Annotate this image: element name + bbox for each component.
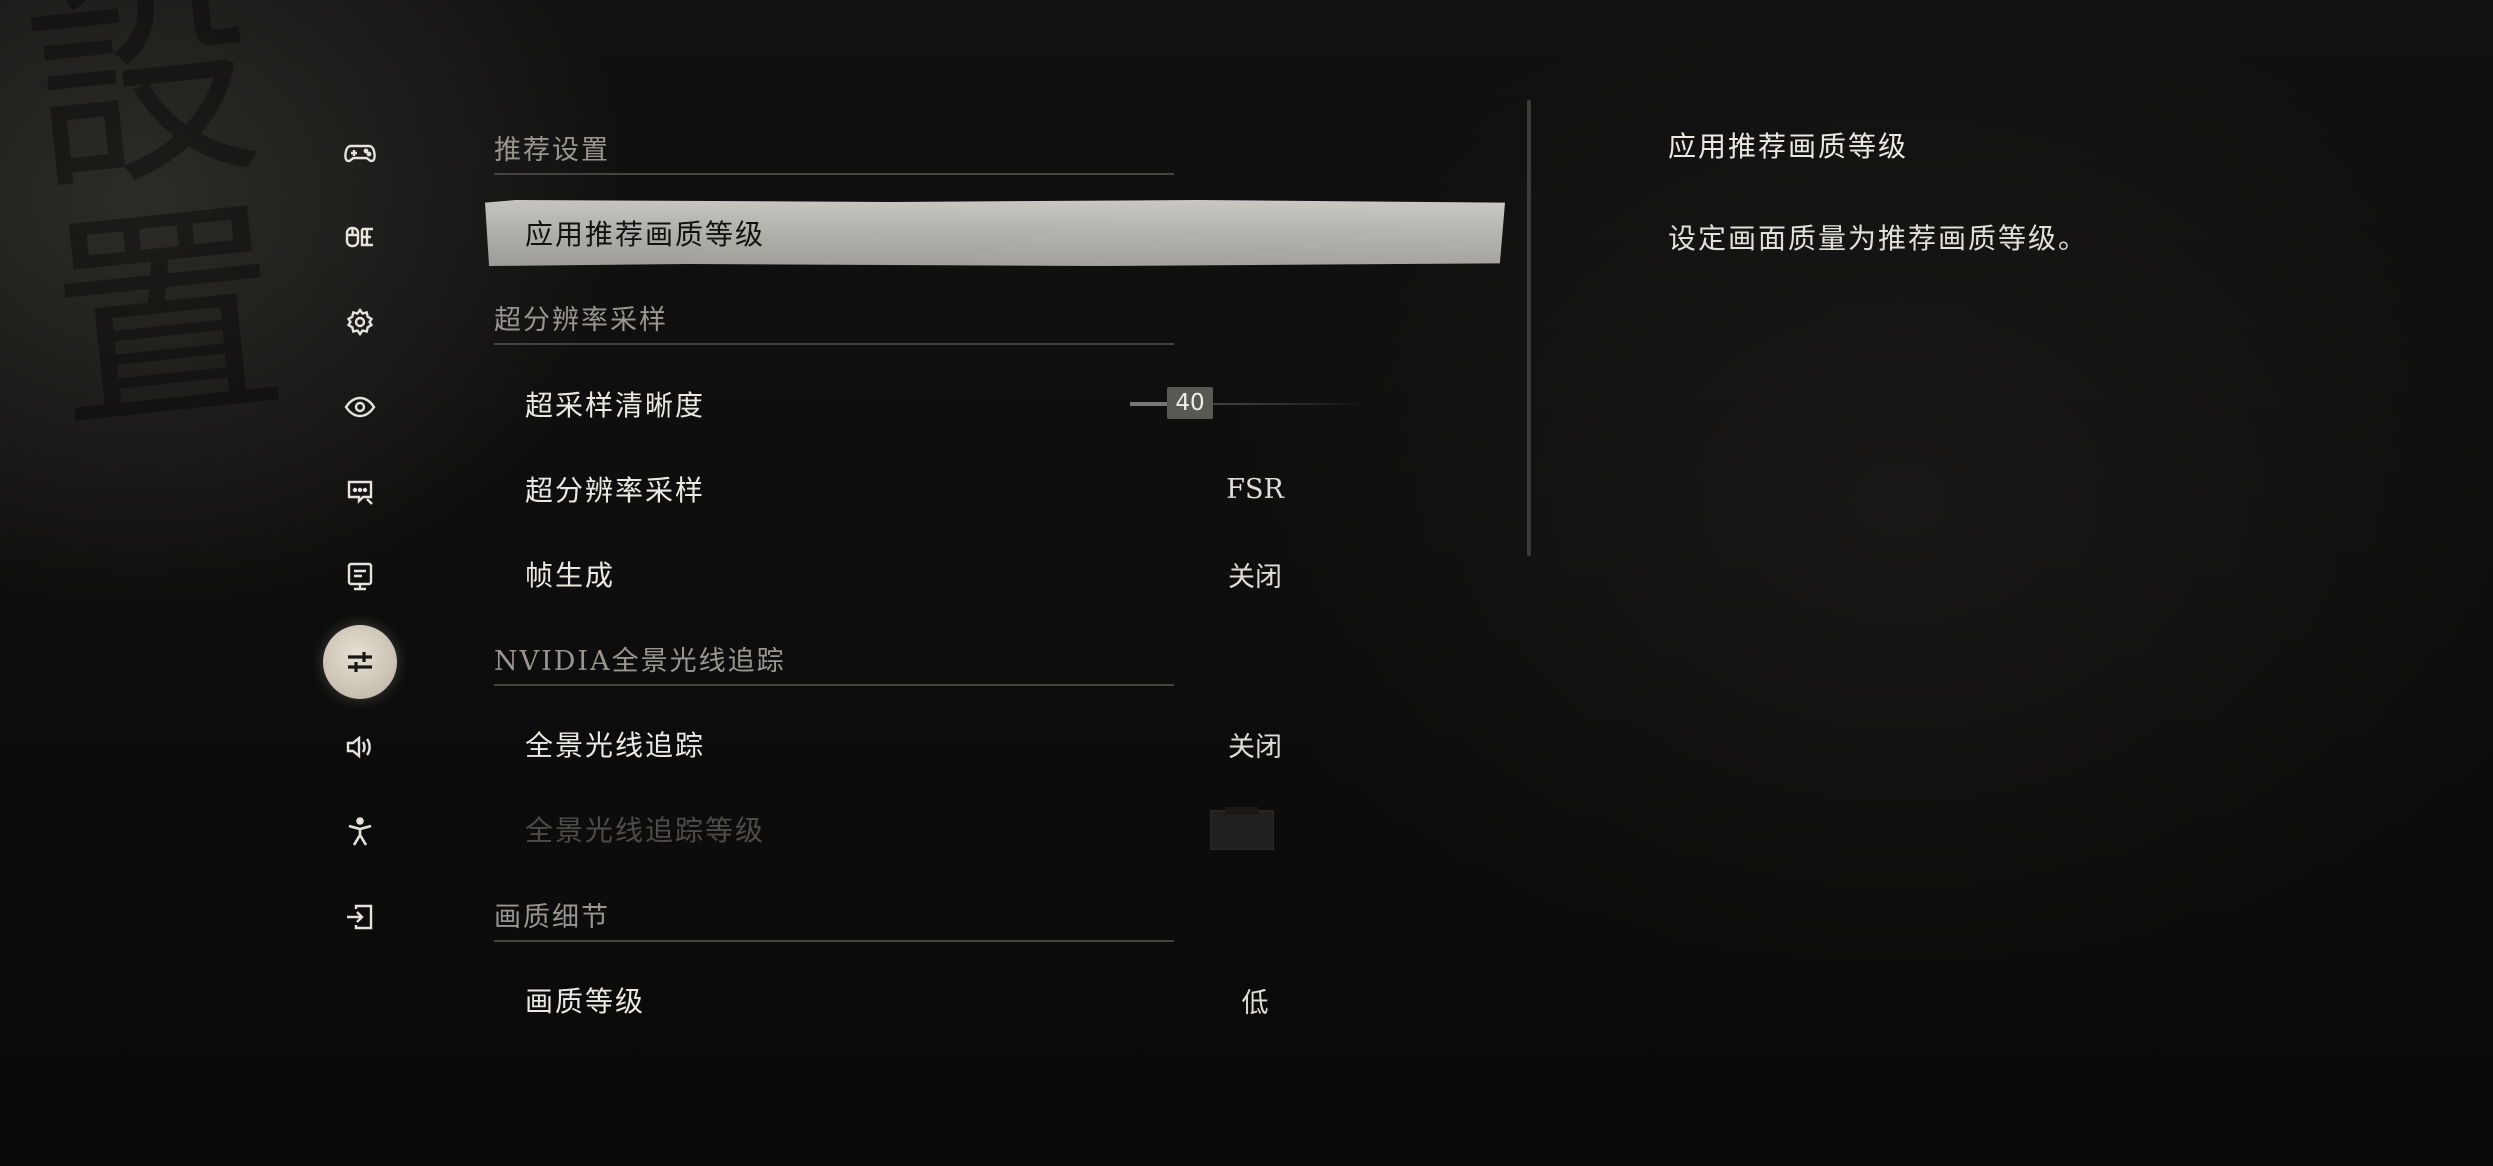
- setting-label: 全景光线追踪: [525, 729, 706, 762]
- disabled-value-box: [1210, 807, 1274, 850]
- nav-item-accessibility[interactable]: [323, 795, 397, 869]
- sharpness-slider-knob[interactable]: 40: [1167, 387, 1213, 419]
- setting-row-quality-level[interactable]: 画质等级 低: [485, 967, 1505, 1033]
- setting-row-super-sampling-sharpness[interactable]: 超采样清晰度 40: [485, 371, 1505, 437]
- setting-value: FSR: [1226, 473, 1284, 505]
- description-title: 应用推荐画质等级: [1668, 130, 1909, 163]
- speaker-icon: [346, 735, 371, 759]
- subtitle-icon: [347, 480, 373, 505]
- section-header-super-resolution: 超分辨率采样: [494, 298, 1174, 345]
- setting-row-full-ray-tracing[interactable]: 全景光线追踪 关闭: [485, 711, 1505, 777]
- eye-icon: [344, 396, 376, 418]
- accessibility-icon: [348, 817, 372, 846]
- setting-row-full-ray-tracing-level: 全景光线追踪等级: [485, 796, 1505, 862]
- nav-item-graphics[interactable]: [323, 625, 397, 699]
- section-header-nvidia-ray-tracing: NVIDIA全景光线追踪: [494, 639, 1174, 686]
- setting-row-frame-generation[interactable]: 帧生成 关闭: [485, 541, 1505, 607]
- exit-icon: [347, 904, 373, 930]
- nav-item-general[interactable]: [323, 285, 397, 359]
- settings-list: 推荐设置 应用推荐画质等级 超分辨率采样 超采样清晰度 40 超分辨率采样 FS…: [480, 0, 1510, 1166]
- setting-row-super-resolution-mode[interactable]: 超分辨率采样 FSR: [485, 456, 1505, 522]
- setting-value: 低: [1241, 987, 1269, 1019]
- setting-row-apply-recommended[interactable]: 应用推荐画质等级: [485, 200, 1505, 266]
- setting-label: 帧生成: [525, 559, 616, 592]
- settings-scrollbar[interactable]: [1527, 100, 1531, 556]
- nav-item-display[interactable]: [323, 370, 397, 444]
- nav-item-subtitles[interactable]: [323, 455, 397, 529]
- nav-item-controller[interactable]: [323, 115, 397, 189]
- nav-item-screen[interactable]: [323, 540, 397, 614]
- setting-label: 画质等级: [525, 985, 646, 1018]
- setting-label: 全景光线追踪等级: [525, 814, 766, 847]
- sharpness-slider-fill: [1130, 402, 1170, 406]
- setting-value: 关闭: [1228, 561, 1282, 593]
- setting-value: 关闭: [1228, 731, 1282, 763]
- description-panel: 应用推荐画质等级 设定画面质量为推荐画质等级。: [1668, 125, 2428, 257]
- setting-label: 超分辨率采样: [525, 474, 706, 507]
- monitor-icon: [347, 562, 373, 591]
- gamepad-icon: [344, 144, 376, 163]
- section-header-recommended: 推荐设置: [494, 128, 1174, 175]
- setting-label: 应用推荐画质等级: [525, 218, 766, 251]
- gear-icon: [346, 307, 374, 337]
- section-header-quality-details: 画质细节: [494, 895, 1174, 942]
- setting-label: 超采样清晰度: [525, 389, 706, 422]
- sliders-icon: [348, 652, 372, 672]
- nav-item-exit[interactable]: [323, 880, 397, 954]
- description-text: 设定画面质量为推荐画质等级。: [1668, 222, 2089, 255]
- settings-screen: 設置 推荐设置 应用推荐画质等级 超分辨率采样 超采样清晰度 40 超分辨率采样…: [0, 0, 2493, 1166]
- keyboard-icon: [345, 226, 373, 248]
- nav-item-keyboard[interactable]: [323, 200, 397, 274]
- nav-item-audio[interactable]: [323, 710, 397, 784]
- background-calligraphy: 設置: [14, 0, 296, 466]
